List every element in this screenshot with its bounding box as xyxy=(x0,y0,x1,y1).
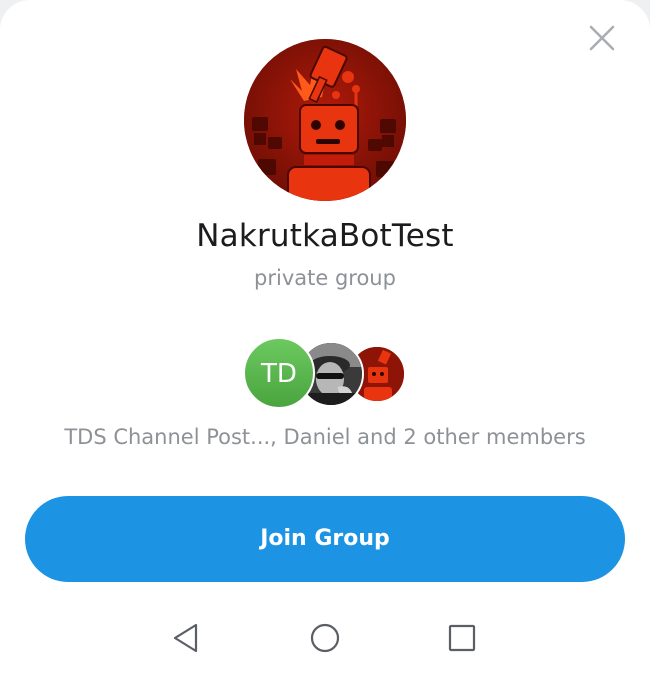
group-avatar xyxy=(244,39,406,201)
members-summary: TDS Channel Post..., Daniel and 2 other … xyxy=(64,425,586,449)
recent-square-icon[interactable] xyxy=(444,620,480,656)
android-nav-bar xyxy=(0,604,650,674)
group-type-label: private group xyxy=(254,266,396,290)
home-circle-icon[interactable] xyxy=(307,620,343,656)
robot-avatar-icon xyxy=(244,39,406,201)
group-title: NakrutkaBotTest xyxy=(196,218,454,254)
close-icon[interactable] xyxy=(584,20,620,56)
join-group-button[interactable]: Join Group xyxy=(25,496,625,582)
back-triangle-icon[interactable] xyxy=(168,620,204,656)
member-avatars: TD xyxy=(243,337,406,410)
avatar-td: TD xyxy=(243,337,315,409)
join-group-sheet: NakrutkaBotTest private group TD TDS Cha… xyxy=(0,0,650,674)
